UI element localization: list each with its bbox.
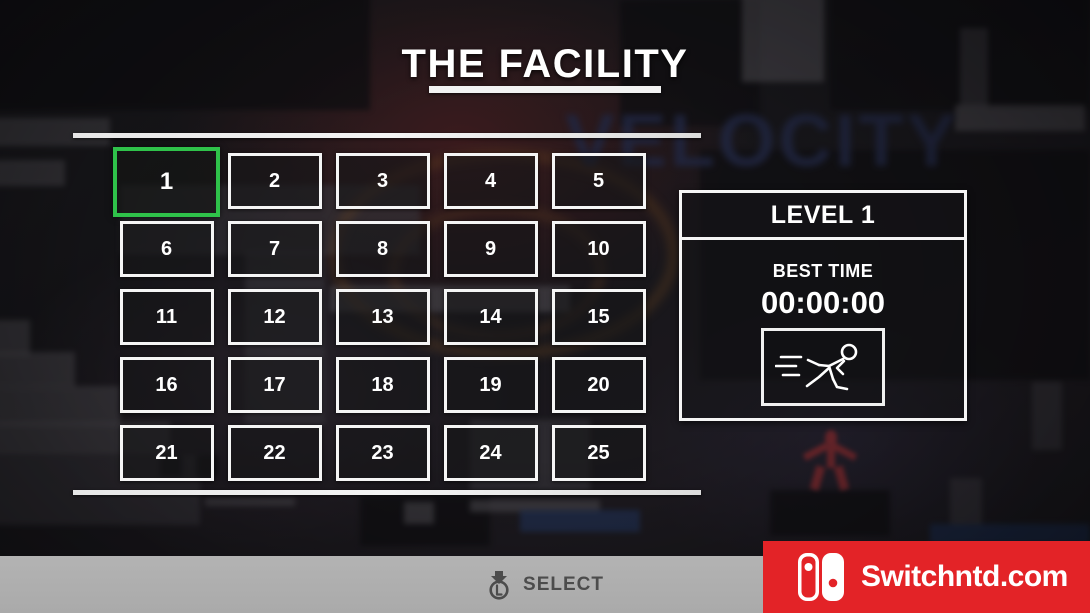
grid-top-divider (73, 133, 701, 138)
grid-bottom-divider (73, 490, 701, 495)
running-figure-icon (775, 343, 858, 391)
level-cell-4[interactable]: 4 (443, 153, 538, 209)
level-cell-7[interactable]: 7 (227, 221, 322, 277)
level-cell-12[interactable]: 12 (227, 289, 322, 345)
level-cell-9[interactable]: 9 (443, 221, 538, 277)
level-cell-18[interactable]: 18 (335, 357, 430, 413)
level-cell-14[interactable]: 14 (443, 289, 538, 345)
level-info-header: LEVEL 1 (682, 193, 964, 240)
title-underline (429, 86, 661, 93)
nintendo-switch-logo (798, 553, 844, 601)
level-cell-10[interactable]: 10 (551, 221, 646, 277)
level-info-panel: LEVEL 1 BEST TIME 00:00:00 (679, 190, 967, 421)
watermark-text: Switchntd.com (861, 560, 1068, 593)
button-press-icon (489, 570, 509, 600)
level-cell-24[interactable]: 24 (443, 425, 538, 481)
level-cell-20[interactable]: 20 (551, 357, 646, 413)
level-cell-16[interactable]: 16 (119, 357, 214, 413)
level-cell-8[interactable]: 8 (335, 221, 430, 277)
game-level-select-screen: VELOCITY THE FACILITY 123456789101112131… (0, 0, 1090, 613)
level-info-body: BEST TIME 00:00:00 (682, 240, 964, 418)
level-cell-3[interactable]: 3 (335, 153, 430, 209)
site-watermark: Switchntd.com (763, 541, 1090, 613)
level-cell-19[interactable]: 19 (443, 357, 538, 413)
level-cell-22[interactable]: 22 (227, 425, 322, 481)
best-time-label: BEST TIME (772, 261, 874, 281)
select-hint-label: SELECT (523, 573, 604, 595)
level-cell-2[interactable]: 2 (227, 153, 322, 209)
level-preview-box (761, 328, 885, 406)
best-time-value: 00:00:00 (760, 285, 886, 320)
level-cell-17[interactable]: 17 (227, 357, 322, 413)
level-cell-13[interactable]: 13 (335, 289, 430, 345)
level-cell-23[interactable]: 23 (335, 425, 430, 481)
level-cell-11[interactable]: 11 (119, 289, 214, 345)
level-cell-25[interactable]: 25 (551, 425, 646, 481)
select-hint[interactable]: SELECT (486, 570, 604, 600)
level-cell-21[interactable]: 21 (119, 425, 214, 481)
level-grid: 1 2 3 4 5 6 7 8 9 10 11 12 13 14 15 16 17 18 19 20 21 22 23 24 2… (113, 147, 652, 487)
level-cell-5[interactable]: 5 (551, 153, 646, 209)
level-cell-6[interactable]: 6 (119, 221, 214, 277)
level-cell-1[interactable]: 1 (113, 147, 220, 217)
level-cell-15[interactable]: 15 (551, 289, 646, 345)
page-title: THE FACILITY (401, 42, 689, 86)
